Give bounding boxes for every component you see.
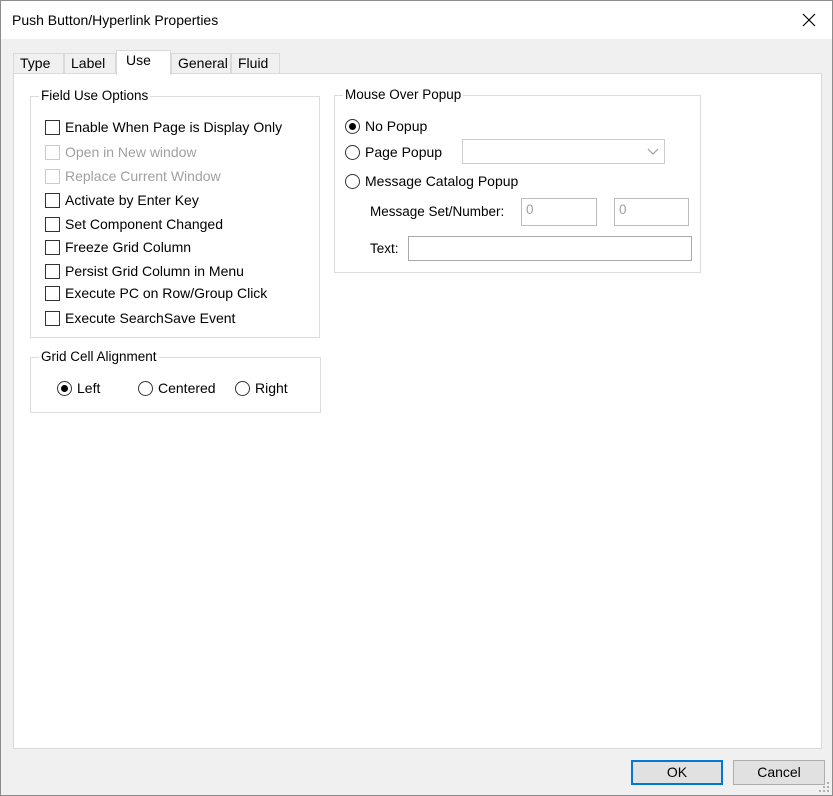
checkbox-enable-when-display-only[interactable]: Enable When Page is Display Only [45, 118, 282, 136]
tab-fluid[interactable]: Fluid [231, 53, 280, 74]
checkbox-label: Set Component Changed [65, 216, 223, 232]
radio-label: No Popup [365, 118, 428, 134]
radio-label: Left [77, 380, 101, 396]
checkbox-freeze-grid-column[interactable]: Freeze Grid Column [45, 238, 191, 256]
checkbox-execute-searchsave-event[interactable]: Execute SearchSave Event [45, 309, 235, 327]
close-icon [802, 13, 816, 27]
mouse-over-popup-group: Mouse Over Popup No Popup Page Popup Mes… [334, 87, 701, 273]
checkbox-execute-pc-on-row-group-click[interactable]: Execute PC on Row/Group Click [45, 284, 267, 302]
checkbox-box[interactable] [45, 119, 60, 135]
radio-message-catalog-popup[interactable]: Message Catalog Popup [345, 172, 518, 190]
resize-grip-icon[interactable] [818, 781, 830, 793]
checkbox-label: Freeze Grid Column [65, 239, 192, 255]
chevron-down-icon [647, 148, 659, 155]
text-label: Text: [370, 241, 399, 256]
radio-circle[interactable] [345, 118, 360, 134]
checkbox-box[interactable] [45, 285, 60, 301]
tab-general[interactable]: General [171, 53, 231, 74]
checkbox-box[interactable] [45, 216, 60, 232]
checkbox-replace-current-window: Replace Current Window [45, 167, 221, 185]
field-use-options-group: Field Use Options Enable When Page is Di… [30, 88, 320, 338]
radio-align-left[interactable]: Left [57, 379, 100, 397]
group-title: Field Use Options [39, 88, 151, 104]
checkbox-persist-grid-column-in-menu[interactable]: Persist Grid Column in Menu [45, 262, 244, 280]
cancel-button[interactable]: Cancel [733, 760, 825, 785]
dialog-window: Push Button/Hyperlink Properties Type La… [0, 0, 833, 796]
checkbox-label: Open in New window [65, 144, 197, 160]
title-bar[interactable]: Push Button/Hyperlink Properties [1, 1, 832, 39]
tab-type[interactable]: Type [13, 53, 64, 74]
radio-label: Right [255, 380, 288, 396]
message-number-input[interactable]: 0 [614, 198, 689, 226]
tab-label: Fluid [238, 55, 269, 71]
tab-panel-use: Field Use Options Enable When Page is Di… [13, 73, 822, 749]
radio-circle[interactable] [138, 380, 153, 396]
message-set-input[interactable]: 0 [521, 198, 597, 226]
window-title: Push Button/Hyperlink Properties [12, 12, 219, 28]
checkbox-label: Execute SearchSave Event [65, 310, 236, 326]
radio-circle[interactable] [345, 173, 360, 189]
checkbox-activate-by-enter-key[interactable]: Activate by Enter Key [45, 191, 199, 209]
checkbox-open-in-new-window: Open in New window [45, 143, 197, 161]
page-popup-dropdown[interactable] [462, 139, 665, 164]
checkbox-box [45, 144, 60, 160]
checkbox-label: Persist Grid Column in Menu [65, 263, 244, 279]
tab-label: Use [126, 52, 151, 68]
close-button[interactable] [786, 1, 832, 39]
checkbox-box[interactable] [45, 310, 60, 326]
tab-label: Label [71, 55, 106, 71]
checkbox-label: Replace Current Window [65, 168, 221, 184]
checkbox-box [45, 168, 60, 184]
radio-no-popup[interactable]: No Popup [345, 117, 427, 135]
dialog-footer: OK Cancel [1, 749, 832, 795]
checkbox-label: Execute PC on Row/Group Click [65, 285, 268, 301]
group-title: Grid Cell Alignment [39, 349, 159, 365]
radio-page-popup[interactable]: Page Popup [345, 143, 442, 161]
checkbox-set-component-changed[interactable]: Set Component Changed [45, 215, 223, 233]
checkbox-box[interactable] [45, 239, 60, 255]
tab-use[interactable]: Use [116, 50, 171, 75]
tab-label: General [178, 55, 228, 71]
checkbox-box[interactable] [45, 192, 60, 208]
radio-circle[interactable] [345, 144, 360, 160]
tab-label: Type [20, 55, 51, 71]
radio-label: Page Popup [365, 144, 443, 160]
radio-circle[interactable] [57, 380, 72, 396]
popup-text-input[interactable] [408, 236, 692, 261]
radio-label: Message Catalog Popup [365, 173, 519, 189]
tab-label-tab[interactable]: Label [64, 53, 116, 74]
checkbox-box[interactable] [45, 263, 60, 279]
group-title: Mouse Over Popup [343, 87, 464, 103]
radio-align-right[interactable]: Right [235, 379, 288, 397]
radio-circle[interactable] [235, 380, 250, 396]
checkbox-label: Enable When Page is Display Only [65, 119, 283, 135]
checkbox-label: Activate by Enter Key [65, 192, 199, 208]
radio-align-centered[interactable]: Centered [138, 379, 216, 397]
message-set-number-label: Message Set/Number: [370, 204, 505, 219]
radio-label: Centered [158, 380, 216, 396]
ok-button[interactable]: OK [631, 760, 723, 785]
grid-cell-alignment-group: Grid Cell Alignment Left Centered Right [30, 349, 321, 413]
